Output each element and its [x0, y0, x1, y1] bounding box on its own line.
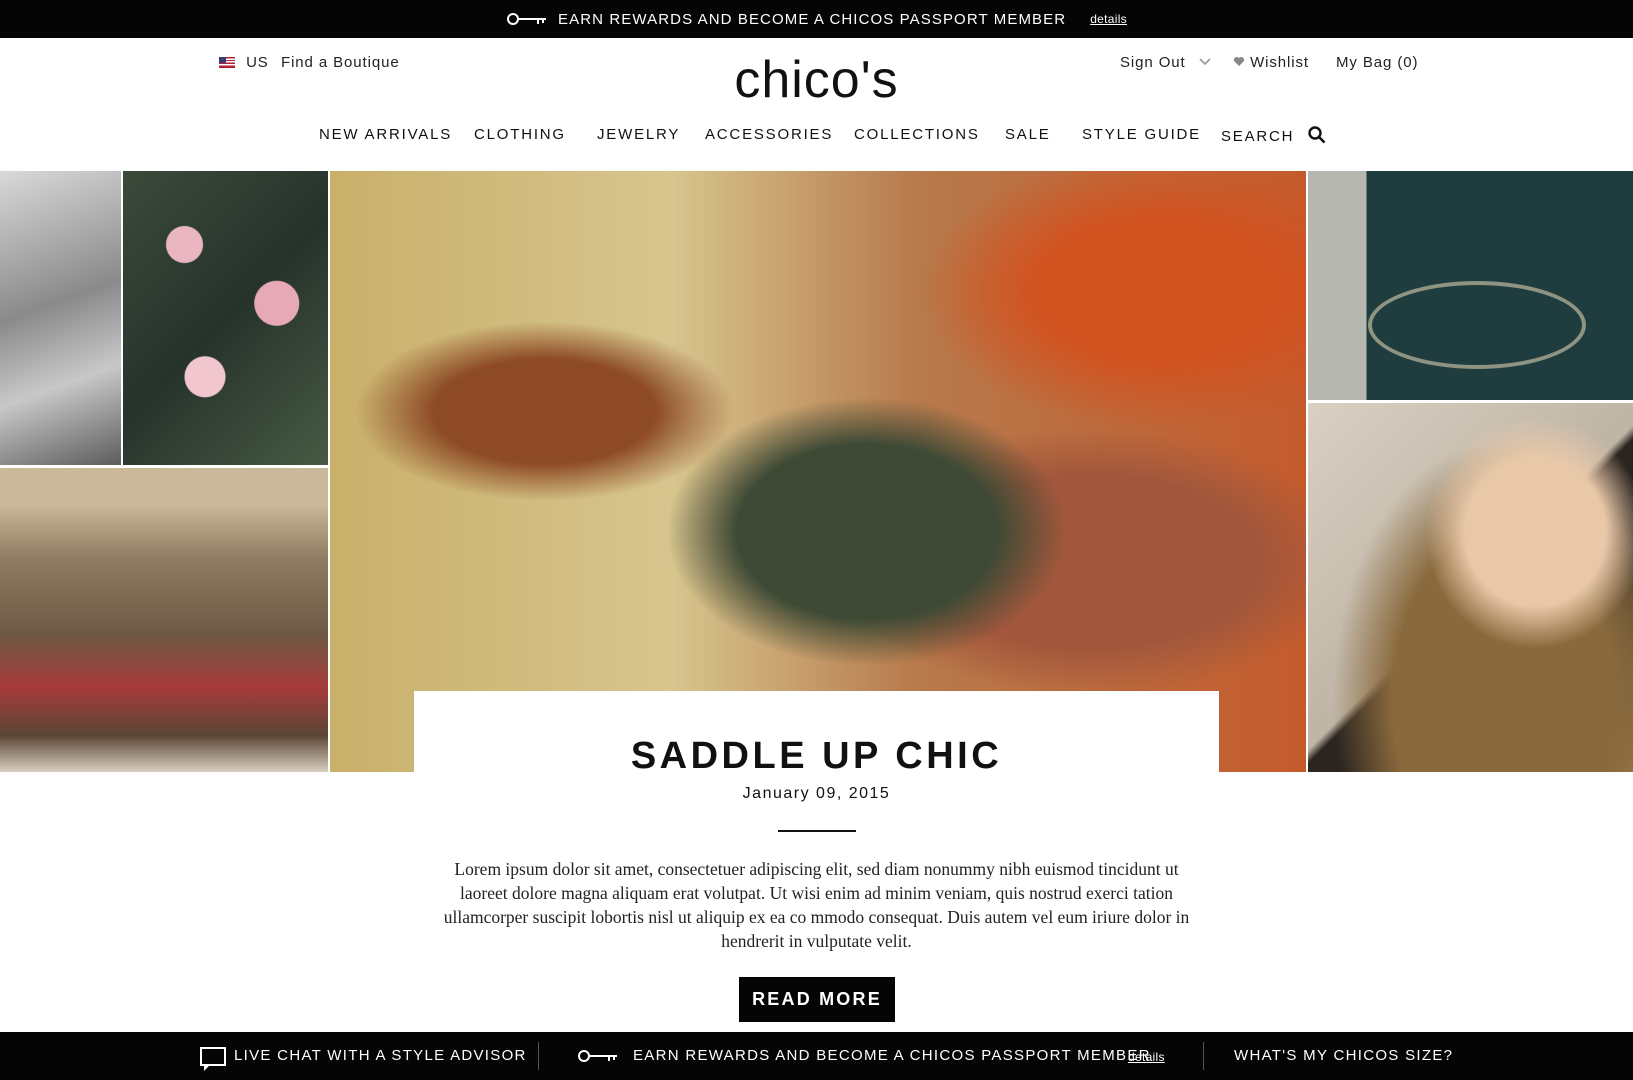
divider [538, 1042, 539, 1070]
top-promo-bar: EARN REWARDS AND BECOME A CHICOS PASSPOR… [0, 0, 1633, 38]
feature-date: January 09, 2015 [742, 785, 891, 802]
title-divider [778, 830, 856, 832]
bottom-promo-text: EARN REWARDS AND BECOME A CHICOS PASSPOR… [633, 1047, 1151, 1064]
sign-out-menu[interactable]: Sign Out [1120, 54, 1211, 71]
photo-laughing-woman-baby[interactable] [0, 171, 121, 465]
chat-icon [200, 1047, 226, 1071]
key-icon [578, 1050, 617, 1062]
search-icon [1308, 126, 1326, 144]
main-nav: NEW ARRIVALS CLOTHING JEWELRY ACCESSORIE… [0, 126, 1633, 156]
nav-new-arrivals[interactable]: NEW ARRIVALS [319, 126, 452, 143]
nav-search[interactable]: SEARCH [1221, 126, 1326, 145]
promo-details-link[interactable]: details [1090, 12, 1127, 26]
promo-text: EARN REWARDS AND BECOME A CHICOS PASSPOR… [558, 10, 1067, 28]
feature-title: SADDLE UP CHIC [630, 735, 1003, 777]
sign-out-label: Sign Out [1120, 54, 1186, 71]
nav-jewelry[interactable]: JEWELRY [597, 126, 680, 143]
nav-accessories[interactable]: ACCESSORIES [705, 126, 833, 143]
key-icon [507, 13, 547, 25]
nav-search-label: SEARCH [1221, 128, 1295, 145]
nav-style-guide[interactable]: STYLE GUIDE [1082, 126, 1201, 143]
nav-sale[interactable]: SALE [1005, 126, 1051, 143]
live-chat-link[interactable]: LIVE CHAT WITH A STYLE ADVISOR [234, 1047, 527, 1064]
chicos-size-link[interactable]: WHAT'S MY CHICOS SIZE? [1234, 1047, 1453, 1064]
photo-cupcakes[interactable] [123, 171, 328, 465]
photo-library-interior[interactable] [0, 468, 328, 772]
photo-woman-fur-vest[interactable] [1308, 403, 1633, 772]
wishlist-link[interactable]: Wishlist [1233, 54, 1309, 71]
nav-clothing[interactable]: CLOTHING [474, 126, 566, 143]
divider [1203, 1042, 1204, 1070]
bottom-bar: LIVE CHAT WITH A STYLE ADVISOR EARN REWA… [0, 1032, 1633, 1080]
feature-body: Lorem ipsum dolor sit amet, consectetuer… [443, 859, 1190, 951]
read-more-button[interactable]: READ MORE [739, 977, 895, 1022]
chevron-down-icon [1199, 58, 1211, 66]
my-bag-link[interactable]: My Bag (0) [1336, 54, 1418, 71]
photo-bicycle[interactable] [1308, 171, 1633, 400]
nav-collections[interactable]: COLLECTIONS [854, 126, 980, 143]
bottom-promo-details-link[interactable]: details [1128, 1050, 1165, 1064]
wishlist-label: Wishlist [1250, 54, 1309, 71]
heart-icon [1233, 57, 1245, 66]
hero-photo-woman-horse[interactable] [330, 171, 1306, 772]
